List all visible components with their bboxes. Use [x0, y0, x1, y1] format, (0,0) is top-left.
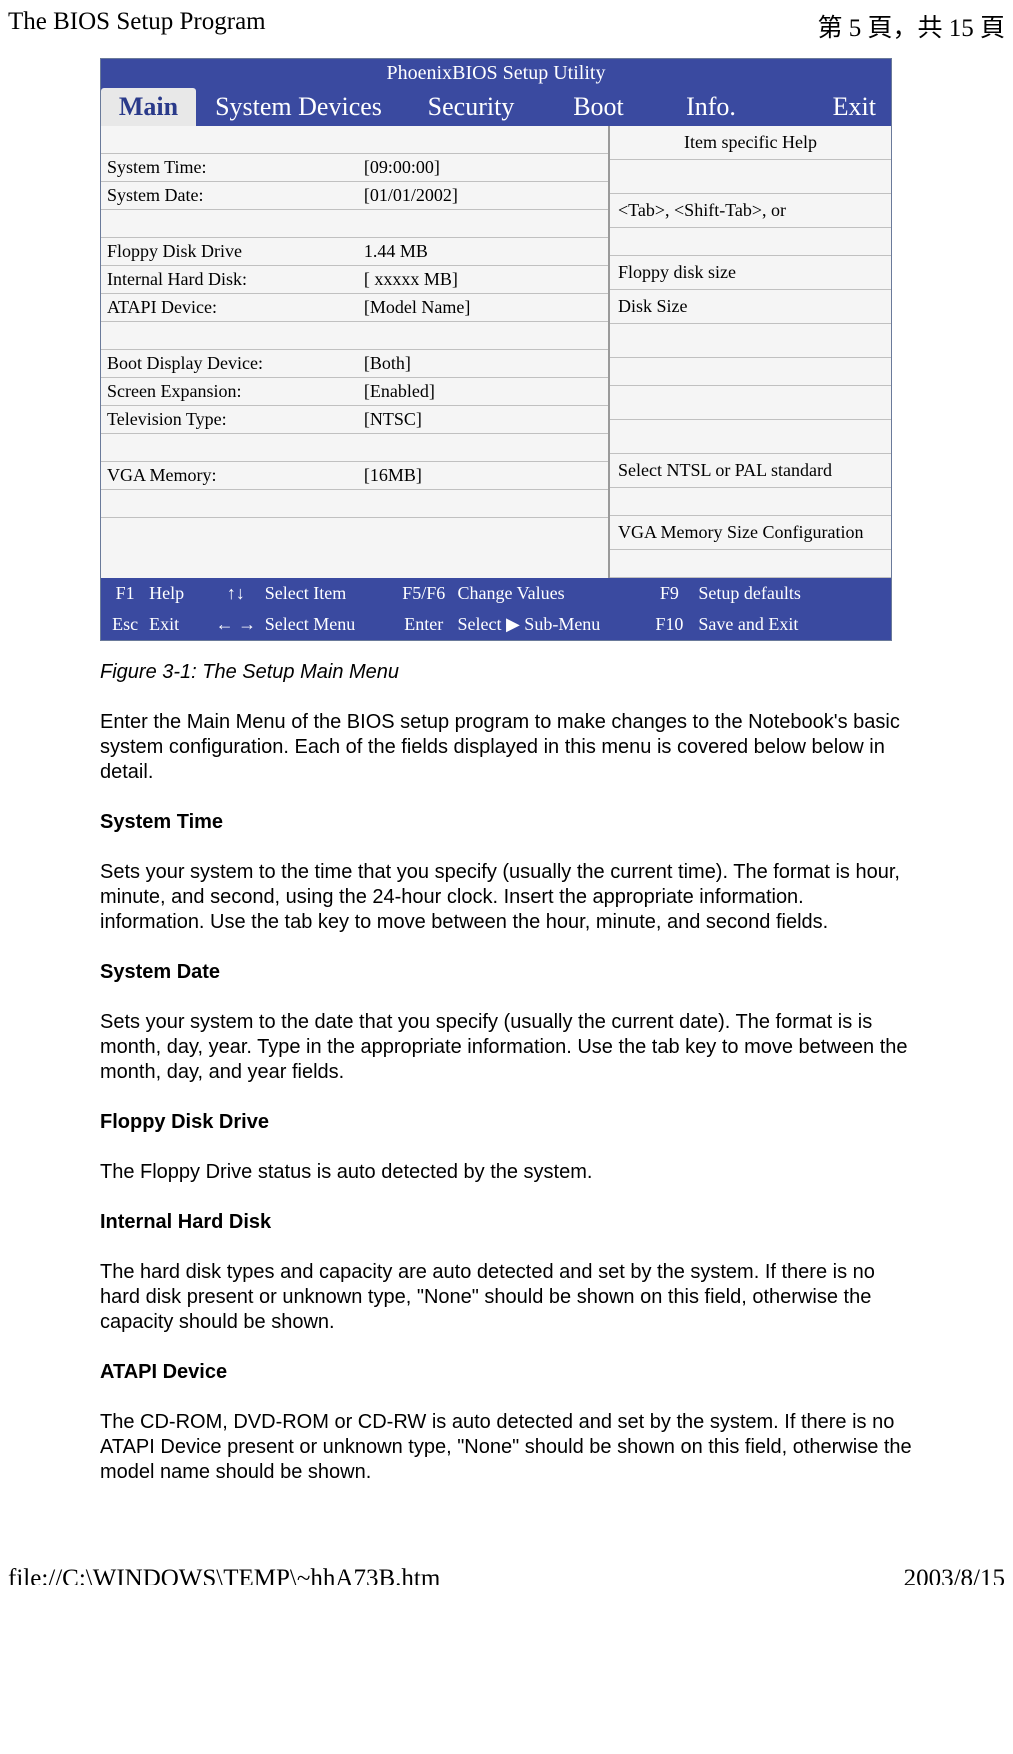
row-tv-type[interactable]: Television Type: [NTSC] [101, 406, 608, 434]
key-f9: F9 [641, 583, 699, 604]
value: [Enabled] [364, 381, 608, 402]
page-header: The BIOS Setup Program 第 5 頁，共 15 頁 [0, 0, 1013, 58]
paragraph-atapi: The CD-ROM, DVD-ROM or CD-RW is auto det… [100, 1410, 913, 1485]
help-vga: VGA Memory Size Configuration [610, 516, 891, 550]
label-change-values: Change Values [457, 583, 640, 604]
footer-file-path: file://C:\WINDOWS\TEMP\~hhA73B.htm [8, 1565, 440, 1585]
row-hdd[interactable]: Internal Hard Disk: [ xxxxx MB] [101, 266, 608, 294]
tab-exit[interactable]: Exit [766, 88, 891, 126]
label: VGA Memory: [101, 465, 364, 486]
label: Screen Expansion: [101, 381, 364, 402]
tab-info[interactable]: Info. [656, 88, 766, 126]
page-footer: file://C:\WINDOWS\TEMP\~hhA73B.htm 2003/… [0, 1511, 1013, 1585]
help-system-time [610, 160, 891, 194]
value: [NTSC] [364, 409, 608, 430]
spacer [101, 210, 608, 238]
heading-hdd: Internal Hard Disk [100, 1211, 913, 1234]
footer-date: 2003/8/15 [904, 1565, 1005, 1585]
label-help: Help [149, 583, 207, 604]
label-setup-defaults: Setup defaults [698, 583, 891, 604]
footer-row-2: Esc Exit ← → Select Menu Enter Select ▶ … [101, 609, 891, 640]
leftright-icon: ← → [207, 614, 265, 635]
help-hdd: Disk Size [610, 290, 891, 324]
header-page-number: 第 5 頁，共 15 頁 [817, 8, 1005, 44]
spacer [610, 358, 891, 386]
tab-main[interactable]: Main [101, 88, 196, 126]
key-f1: F1 [101, 583, 149, 604]
paragraph-system-time: Sets your system to the time that you sp… [100, 860, 913, 935]
help-atapi [610, 324, 891, 358]
row-boot-display[interactable]: Boot Display Device: [Both] [101, 350, 608, 378]
spacer [101, 126, 608, 154]
help-floppy: Floppy disk size [610, 256, 891, 290]
spacer [610, 550, 891, 578]
bios-tab-bar: Main System Devices Security Boot Info. … [101, 88, 891, 126]
help-tv: Select NTSL or PAL standard [610, 454, 891, 488]
tab-security[interactable]: Security [401, 88, 541, 126]
label: Floppy Disk Drive [101, 241, 364, 262]
label: System Time: [101, 157, 364, 178]
row-floppy[interactable]: Floppy Disk Drive 1.44 MB [101, 238, 608, 266]
spacer [101, 434, 608, 462]
paragraph-system-date: Sets your system to the date that you sp… [100, 1010, 913, 1085]
heading-atapi: ATAPI Device [100, 1361, 913, 1384]
row-atapi[interactable]: ATAPI Device: [Model Name] [101, 294, 608, 322]
label-select-menu: Select Menu [265, 614, 390, 635]
spacer [101, 322, 608, 350]
paragraph-hdd: The hard disk types and capacity are aut… [100, 1260, 913, 1335]
label: ATAPI Device: [101, 297, 364, 318]
label-select-sub: Select ▶ Sub-Menu [457, 614, 640, 635]
key-f5f6: F5/F6 [390, 583, 457, 604]
intro-paragraph: Enter the Main Menu of the BIOS setup pr… [100, 710, 913, 785]
value: [Model Name] [364, 297, 608, 318]
heading-system-date: System Date [100, 961, 913, 984]
row-system-time[interactable]: System Time: [09:00:00] [101, 154, 608, 182]
label-exit: Exit [149, 614, 207, 635]
updown-icon: ↑↓ [207, 583, 265, 604]
header-title: The BIOS Setup Program [8, 8, 266, 44]
value: 1.44 MB [364, 241, 608, 262]
value: [ xxxxx MB] [364, 269, 608, 290]
label: Boot Display Device: [101, 353, 364, 374]
value: [Both] [364, 353, 608, 374]
label-save-exit: Save and Exit [698, 614, 891, 635]
help-boot-display [610, 386, 891, 420]
label: Internal Hard Disk: [101, 269, 364, 290]
tab-boot[interactable]: Boot [541, 88, 656, 126]
label-select-item: Select Item [265, 583, 390, 604]
row-vga-memory[interactable]: VGA Memory: [16MB] [101, 462, 608, 490]
bios-body: System Time: [09:00:00] System Date: [01… [101, 126, 891, 578]
key-esc: Esc [101, 614, 149, 635]
content: PhoenixBIOS Setup Utility Main System De… [0, 58, 1013, 1485]
help-screen-exp [610, 420, 891, 454]
label: Television Type: [101, 409, 364, 430]
bios-footer: F1 Help ↑↓ Select Item F5/F6 Change Valu… [101, 578, 891, 640]
heading-system-time: System Time [100, 811, 913, 834]
label: System Date: [101, 185, 364, 206]
tab-system-devices[interactable]: System Devices [196, 88, 401, 126]
bios-screenshot: PhoenixBIOS Setup Utility Main System De… [100, 58, 892, 641]
spacer [610, 228, 891, 256]
row-system-date[interactable]: System Date: [01/01/2002] [101, 182, 608, 210]
heading-floppy: Floppy Disk Drive [100, 1111, 913, 1134]
bios-window-title: PhoenixBIOS Setup Utility [101, 59, 891, 88]
value: [16MB] [364, 465, 608, 486]
bios-help-panel: Item specific Help <Tab>, <Shift-Tab>, o… [608, 126, 891, 578]
value: [09:00:00] [364, 157, 608, 178]
help-header: Item specific Help [610, 126, 891, 160]
row-screen-expansion[interactable]: Screen Expansion: [Enabled] [101, 378, 608, 406]
figure-caption: Figure 3-1: The Setup Main Menu [100, 661, 913, 684]
key-enter: Enter [390, 614, 457, 635]
bios-fields: System Time: [09:00:00] System Date: [01… [101, 126, 608, 578]
spacer [101, 490, 608, 518]
paragraph-floppy: The Floppy Drive status is auto detected… [100, 1160, 913, 1185]
value: [01/01/2002] [364, 185, 608, 206]
footer-row-1: F1 Help ↑↓ Select Item F5/F6 Change Valu… [101, 578, 891, 609]
spacer [610, 488, 891, 516]
help-system-date: <Tab>, <Shift-Tab>, or [610, 194, 891, 228]
key-f10: F10 [641, 614, 699, 635]
